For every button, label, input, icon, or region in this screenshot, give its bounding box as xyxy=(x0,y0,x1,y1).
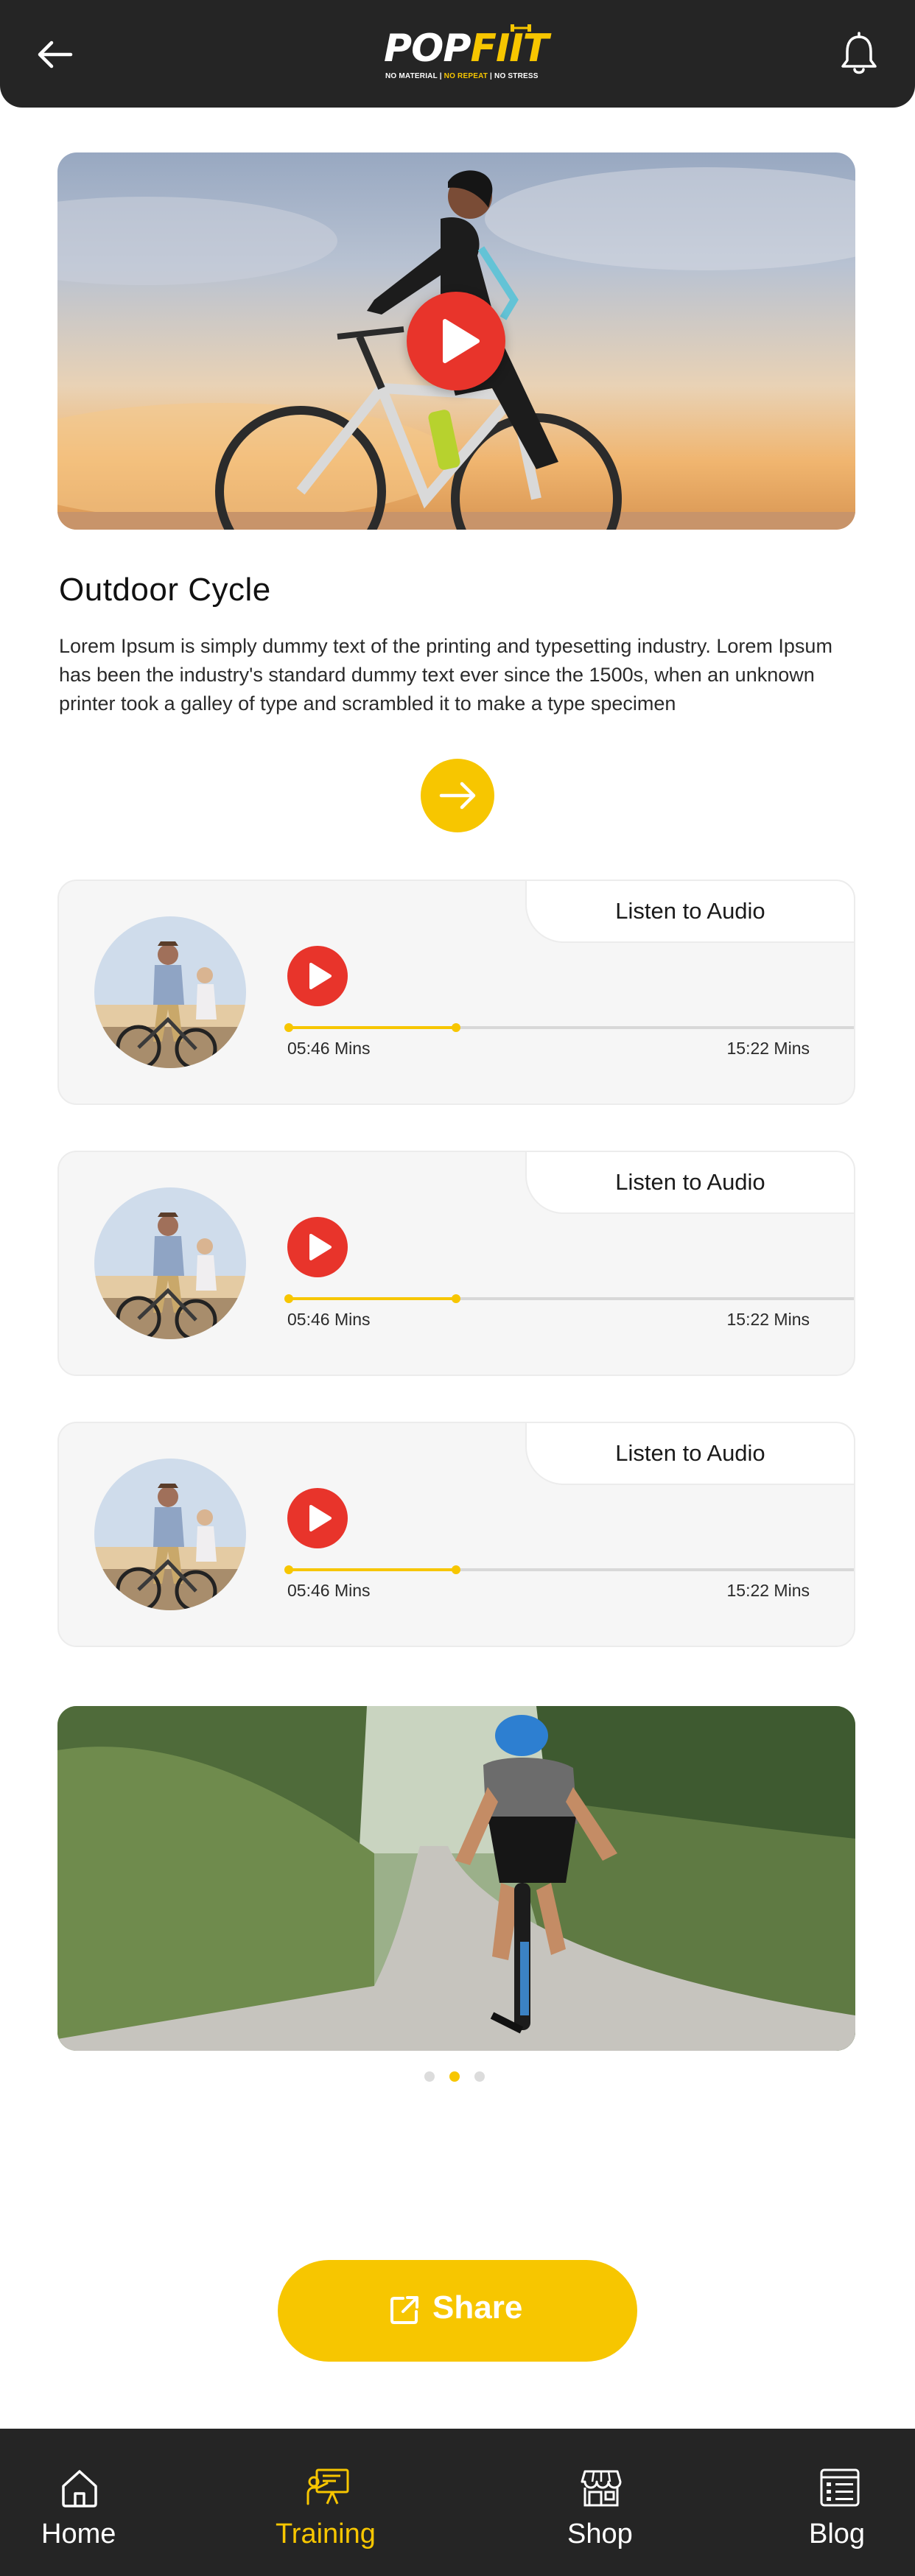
notifications-button[interactable] xyxy=(837,31,881,80)
progress-start-dot xyxy=(284,1023,293,1032)
current-time: 05:46 Mins xyxy=(287,1039,371,1058)
play-audio-button[interactable] xyxy=(287,946,348,1006)
progress-start-dot xyxy=(284,1565,293,1574)
logo-tag-part: | NO STRESS xyxy=(488,72,539,80)
nav-item-blog[interactable]: Blog xyxy=(781,2429,915,2576)
blog-icon xyxy=(820,2468,860,2507)
play-video-button[interactable] xyxy=(407,292,505,390)
listen-to-audio-tab[interactable]: Listen to Audio xyxy=(525,1423,854,1485)
audio-progress-bar[interactable] xyxy=(284,1565,854,1574)
progress-knob[interactable] xyxy=(451,1294,460,1303)
pager-dot[interactable] xyxy=(424,2071,435,2082)
training-board-icon xyxy=(306,2468,349,2505)
logo-tag-highlight: NO REPEAT xyxy=(444,72,488,80)
external-link-icon xyxy=(390,2296,418,2324)
road-cyclist-photo[interactable] xyxy=(57,1706,855,2051)
share-label: Share xyxy=(432,2289,523,2326)
audio-progress-bar[interactable] xyxy=(284,1023,854,1032)
logo-tagline: NO MATERIAL | NO REPEAT | NO STRESS xyxy=(385,72,539,80)
audio-thumbnail xyxy=(94,1187,246,1339)
audio-card: Listen to Audio 05:46 Mins 15:22 Mins xyxy=(57,1422,855,1647)
progress-knob[interactable] xyxy=(451,1565,460,1574)
nav-label-training: Training xyxy=(276,2519,376,2549)
audio-thumbnail xyxy=(94,1459,246,1610)
hero-video-thumbnail[interactable] xyxy=(57,152,855,530)
audio-thumbnail xyxy=(94,916,246,1068)
shop-icon xyxy=(581,2470,622,2507)
nav-label-shop: Shop xyxy=(567,2519,633,2549)
pager-dot[interactable] xyxy=(449,2071,460,2082)
nav-label-home: Home xyxy=(41,2519,116,2549)
total-time: 15:22 Mins xyxy=(726,1310,810,1329)
progress-start-dot xyxy=(284,1294,293,1303)
current-time: 05:46 Mins xyxy=(287,1310,371,1329)
play-icon xyxy=(309,1505,332,1531)
play-audio-button[interactable] xyxy=(287,1488,348,1548)
nav-item-home[interactable]: Home xyxy=(0,2429,159,2576)
play-icon xyxy=(309,963,332,989)
play-icon xyxy=(443,319,480,363)
logo-tag-part: NO MATERIAL | xyxy=(385,72,444,80)
back-button[interactable] xyxy=(34,34,78,75)
audio-progress-fill xyxy=(287,1297,456,1300)
nav-label-blog: Blog xyxy=(809,2519,866,2549)
listen-to-audio-tab[interactable]: Listen to Audio xyxy=(525,1152,854,1214)
carousel-pager xyxy=(424,2071,491,2083)
bottom-navigation: Home Training Shop Blog xyxy=(0,2429,915,2576)
nav-item-training[interactable]: Training xyxy=(243,2429,413,2576)
workout-description: Lorem Ipsum is simply dummy text of the … xyxy=(59,635,832,715)
audio-card: Listen to Audio 05:46 Mins 15:22 Mins xyxy=(57,1151,855,1376)
bell-icon xyxy=(841,32,877,74)
audio-progress-fill xyxy=(287,1568,456,1571)
audio-card: Listen to Audio 05:46 Mins 15:22 Mins xyxy=(57,880,855,1105)
current-time: 05:46 Mins xyxy=(287,1581,371,1600)
pager-dot[interactable] xyxy=(474,2071,485,2082)
arrow-left-icon xyxy=(38,41,73,69)
workout-title: Outdoor Cycle xyxy=(59,572,271,608)
audio-progress-bar[interactable] xyxy=(284,1294,854,1303)
total-time: 15:22 Mins xyxy=(726,1581,810,1600)
progress-knob[interactable] xyxy=(451,1023,460,1032)
share-button[interactable]: Share xyxy=(278,2260,637,2362)
play-audio-button[interactable] xyxy=(287,1217,348,1277)
play-icon xyxy=(309,1234,332,1260)
home-icon xyxy=(62,2470,97,2507)
arrow-right-icon xyxy=(439,782,476,810)
next-button[interactable] xyxy=(421,759,494,832)
total-time: 15:22 Mins xyxy=(726,1039,810,1058)
listen-to-audio-tab[interactable]: Listen to Audio xyxy=(525,881,854,943)
road-cyclist-image xyxy=(57,1706,855,2051)
logo-pop-text: POP xyxy=(384,27,471,71)
top-bar: POPFIIT NO MATERIAL | NO REPEAT | NO STR… xyxy=(0,0,915,108)
couple-cycling-photo xyxy=(94,916,246,1068)
logo-fiit-text: FIIT xyxy=(470,27,549,71)
nav-item-shop[interactable]: Shop xyxy=(533,2429,673,2576)
couple-cycling-photo xyxy=(94,1459,246,1610)
couple-cycling-photo xyxy=(94,1187,246,1339)
audio-progress-fill xyxy=(287,1026,456,1029)
popfiit-logo: POPFIIT NO MATERIAL | NO REPEAT | NO STR… xyxy=(379,22,549,88)
